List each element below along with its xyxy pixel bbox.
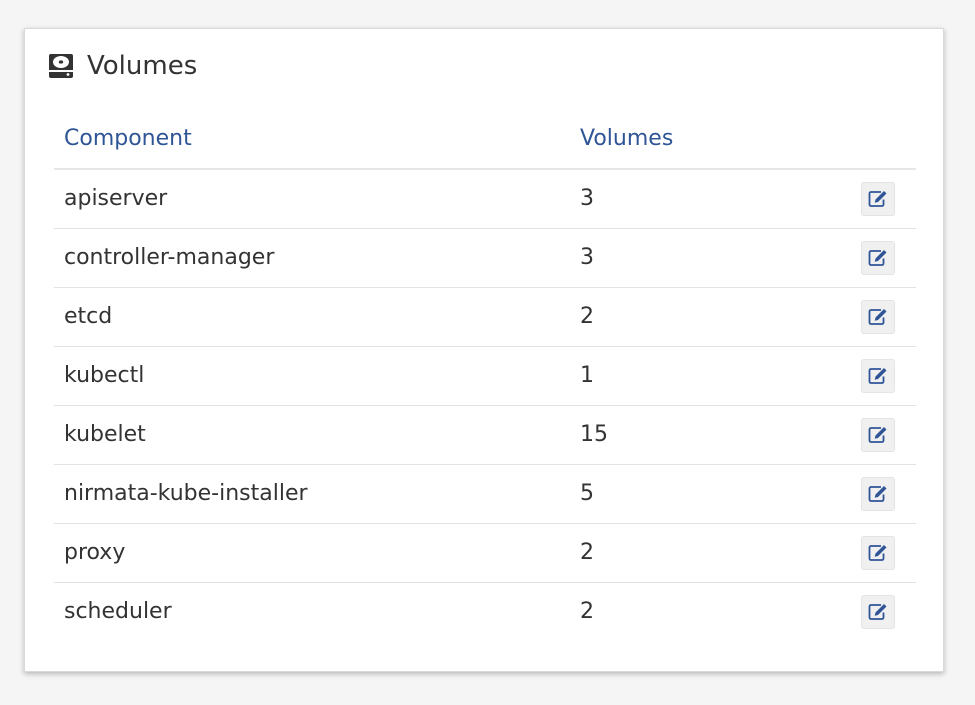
cell-volumes: 2	[570, 523, 840, 583]
cell-action	[840, 464, 916, 524]
cell-volumes: 3	[570, 228, 840, 288]
edit-button[interactable]	[861, 299, 895, 334]
cell-component: scheduler	[64, 599, 172, 625]
edit-button[interactable]	[861, 535, 895, 570]
cell-volumes: 15	[570, 405, 840, 465]
cell-component: nirmata-kube-installer	[54, 464, 570, 524]
cell-action	[840, 405, 916, 465]
cell-volumes: 1	[570, 346, 840, 406]
edit-icon	[868, 544, 888, 562]
cell-action	[840, 346, 916, 406]
edit-icon	[868, 485, 888, 503]
column-header-volumes[interactable]: Volumes	[570, 109, 840, 170]
edit-button[interactable]	[861, 181, 895, 216]
volumes-panel: Volumes Component Volumes apiserver 3 cont…	[24, 28, 944, 672]
cell-component: controller-manager	[54, 228, 570, 288]
cell-component: kubectl	[54, 346, 570, 406]
table-row: controller-manager 3	[54, 228, 916, 288]
cell-action	[840, 523, 916, 583]
column-header-actions	[840, 109, 916, 170]
table-body: apiserver 3 controller-manager 3 etcd 2 kubect…	[54, 169, 916, 641]
cell-volumes: 2	[580, 599, 594, 625]
hard-drive-icon	[47, 52, 75, 80]
cell-action	[840, 582, 916, 641]
edit-button[interactable]	[861, 417, 895, 452]
edit-icon	[868, 190, 888, 208]
edit-icon	[868, 308, 888, 326]
edit-icon	[868, 249, 888, 267]
table-row: kubelet 15	[54, 405, 916, 465]
edit-button[interactable]	[861, 476, 895, 511]
cell-volumes: 3	[570, 169, 840, 229]
table-header-row: Component Volumes	[54, 109, 916, 170]
cell-action	[840, 228, 916, 288]
column-header-component[interactable]: Component	[54, 109, 570, 170]
cell-action	[840, 287, 916, 347]
edit-button[interactable]	[861, 594, 895, 629]
table-row: scheduler 2	[54, 582, 916, 641]
cell-component: kubelet	[54, 405, 570, 465]
table-row: etcd 2	[54, 287, 916, 347]
edit-button[interactable]	[861, 358, 895, 393]
panel-header: Volumes	[47, 51, 197, 81]
edit-icon	[868, 603, 888, 621]
table-row: nirmata-kube-installer 5	[54, 464, 916, 524]
cell-component: apiserver	[54, 169, 570, 229]
volumes-table: Component Volumes apiserver 3 controller-m…	[54, 109, 916, 641]
cell-component: proxy	[54, 523, 570, 583]
edit-button[interactable]	[861, 240, 895, 275]
cell-volumes: 2	[570, 287, 840, 347]
panel-title: Volumes	[87, 51, 198, 81]
table-row: kubectl 1	[54, 346, 916, 406]
cell-action	[840, 169, 916, 229]
edit-icon	[868, 426, 888, 444]
edit-icon	[868, 367, 888, 385]
table-row: apiserver 3	[54, 169, 916, 229]
cell-volumes: 5	[570, 464, 840, 524]
cell-component: etcd	[54, 287, 570, 347]
table-row: proxy 2	[54, 523, 916, 583]
